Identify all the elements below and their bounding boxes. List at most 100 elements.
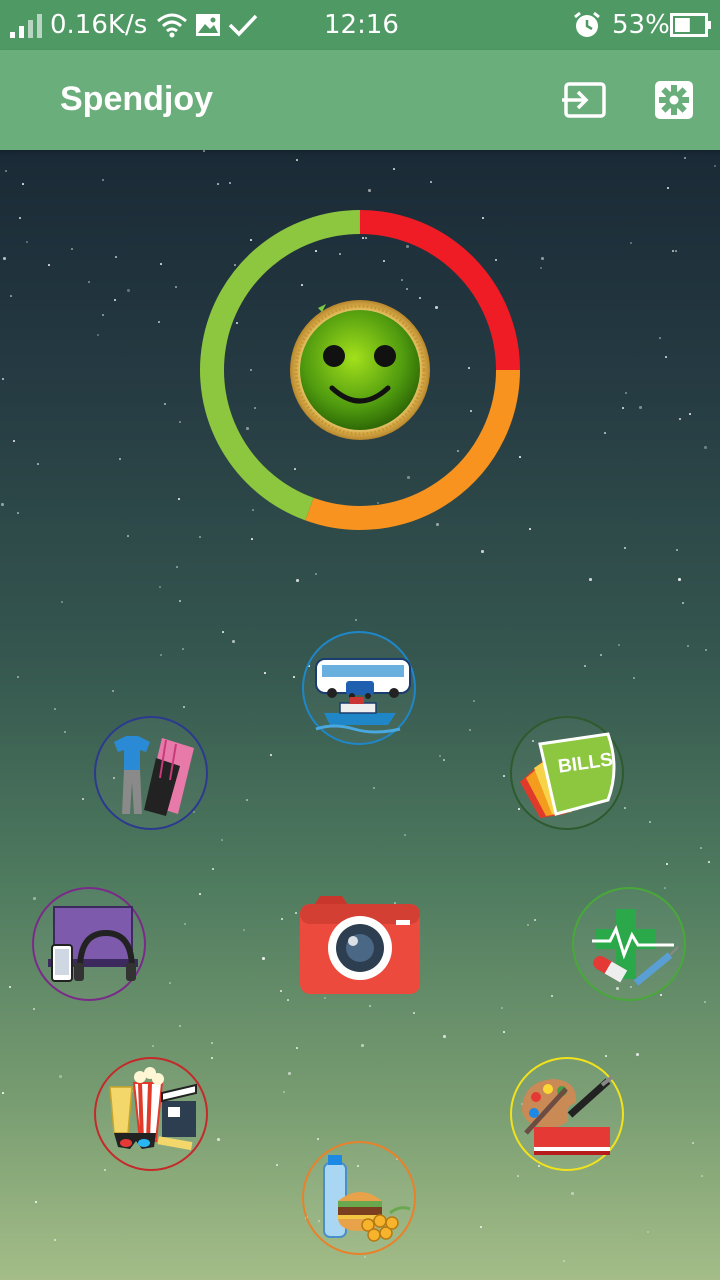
star-dot — [700, 847, 702, 849]
star-dot — [636, 1053, 639, 1056]
star-dot — [246, 799, 248, 801]
star-dot — [704, 1001, 706, 1003]
settings-button[interactable] — [652, 78, 700, 122]
star-dot — [355, 619, 357, 621]
star-dot — [296, 1047, 298, 1049]
category-food-button[interactable] — [302, 1141, 416, 1255]
camera-icon[interactable] — [298, 892, 422, 998]
clothing-icon — [114, 736, 194, 816]
star-dot — [61, 601, 63, 603]
star-dot — [199, 893, 201, 895]
star-dot — [604, 432, 606, 434]
food-icon — [323, 1155, 411, 1242]
star-dot — [152, 1045, 154, 1047]
star-dot — [659, 337, 661, 339]
star-dot — [178, 498, 180, 500]
wifi-icon — [157, 13, 187, 38]
star-dot — [687, 645, 689, 647]
category-hobbies-button[interactable] — [510, 1057, 624, 1171]
star-dot — [527, 924, 529, 926]
star-dot — [605, 1055, 607, 1057]
star-dot — [368, 189, 371, 192]
star-dot — [647, 1231, 649, 1233]
star-dot — [369, 1005, 371, 1007]
star-dot — [666, 863, 668, 865]
star-dot — [264, 672, 266, 674]
star-dot — [54, 1239, 56, 1241]
star-dot — [373, 787, 375, 789]
star-dot — [473, 700, 475, 702]
star-dot — [276, 1164, 278, 1166]
star-dot — [584, 665, 586, 667]
star-dot — [315, 573, 317, 575]
star-dot — [158, 321, 160, 323]
star-dot — [295, 912, 297, 914]
star-dot — [404, 834, 406, 836]
star-dot — [534, 919, 536, 921]
star-dot — [10, 295, 12, 297]
star-dot — [675, 250, 677, 252]
star-dot — [678, 578, 681, 581]
star-dot — [705, 649, 707, 651]
star-dot — [630, 242, 632, 244]
star-dot — [221, 839, 223, 841]
star-dot — [169, 982, 171, 984]
transport-icon — [315, 658, 411, 734]
entertainment-icon — [109, 1067, 197, 1151]
signal-icon — [10, 14, 42, 38]
star-dot — [503, 775, 505, 777]
star-dot — [287, 999, 289, 1001]
star-dot — [176, 566, 178, 568]
health-icon — [592, 909, 679, 986]
export-button[interactable] — [560, 78, 608, 122]
star-dot — [179, 1025, 181, 1027]
star-dot — [682, 602, 684, 604]
category-bills-button[interactable]: BILLS — [510, 716, 624, 830]
star-dot — [183, 706, 185, 708]
star-dot — [102, 179, 104, 181]
alarm-icon — [574, 11, 600, 37]
star-dot — [114, 299, 116, 301]
star-dot — [102, 314, 104, 316]
star-dot — [164, 403, 166, 405]
star-dot — [283, 1091, 285, 1093]
star-dot — [127, 535, 129, 537]
star-dot — [443, 759, 445, 761]
star-dot — [625, 392, 627, 394]
star-dot — [649, 821, 651, 823]
star-dot — [71, 248, 73, 250]
category-entertainment-button[interactable] — [94, 1057, 208, 1171]
star-dot — [112, 690, 114, 692]
star-dot — [708, 861, 710, 863]
bills-icon: BILLS — [520, 732, 616, 818]
star-dot — [88, 281, 90, 283]
star-dot — [17, 512, 19, 514]
star-dot — [469, 729, 471, 731]
smiley-face-icon[interactable] — [288, 298, 432, 442]
star-dot — [665, 356, 667, 358]
category-transport-button[interactable] — [302, 631, 416, 745]
star-dot — [270, 754, 272, 756]
category-health-button[interactable] — [572, 887, 686, 1001]
star-dot — [551, 995, 553, 997]
star-dot — [443, 1035, 446, 1038]
star-dot — [35, 1201, 37, 1203]
star-dot — [17, 676, 19, 678]
star-dot — [119, 458, 121, 460]
star-dot — [293, 676, 295, 678]
star-dot — [217, 183, 219, 185]
star-dot — [714, 165, 716, 167]
star-dot — [503, 1031, 505, 1033]
star-dot — [563, 1260, 565, 1262]
star-dot — [361, 1044, 364, 1047]
category-clothing-button[interactable] — [94, 716, 208, 830]
star-dot — [296, 159, 298, 161]
category-electronics-button[interactable] — [32, 887, 146, 1001]
star-dot — [59, 1075, 62, 1078]
star-dot — [393, 168, 395, 170]
star-dot — [280, 990, 282, 992]
star-dot — [540, 267, 542, 269]
star-dot — [5, 170, 7, 172]
star-dot — [222, 631, 224, 633]
star-dot — [104, 1169, 106, 1171]
